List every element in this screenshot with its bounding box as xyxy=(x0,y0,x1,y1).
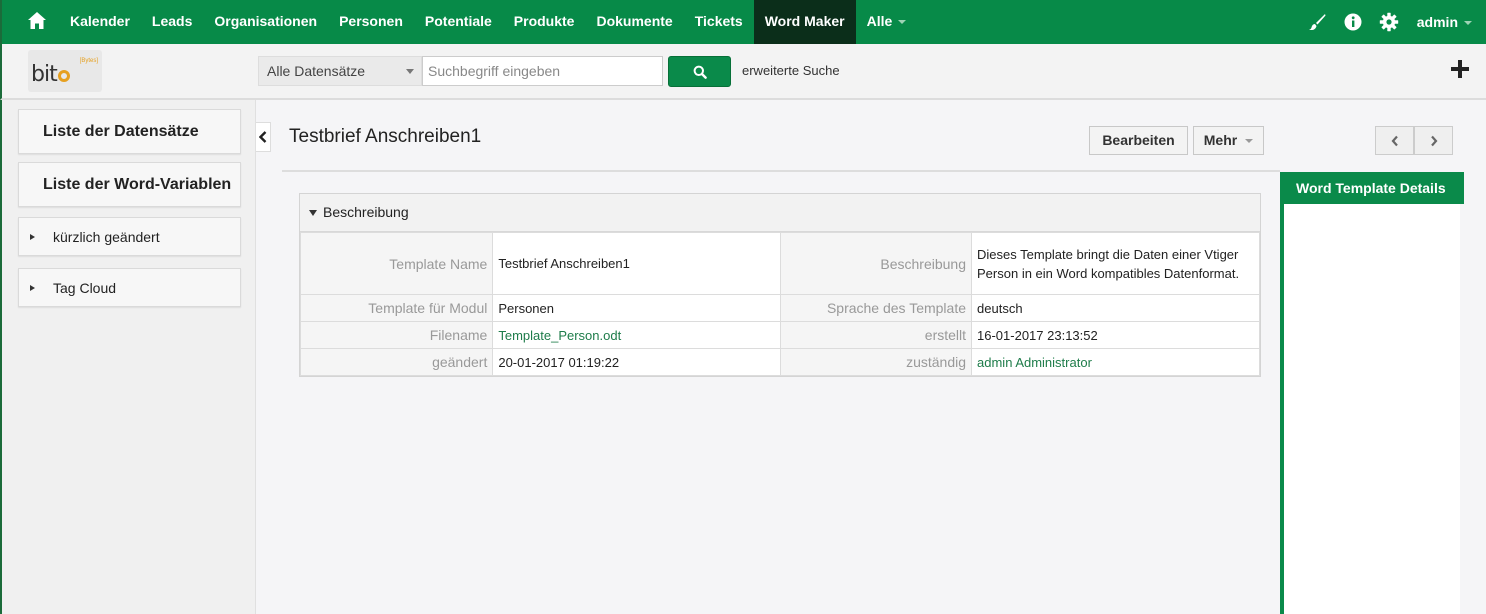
field-label: geändert xyxy=(299,348,494,376)
field-label: erstellt xyxy=(779,321,973,349)
sidebar-item-recently-changed[interactable]: kürzlich geändert xyxy=(18,217,241,256)
user-menu[interactable]: admin xyxy=(1417,14,1472,30)
chevron-right-icon xyxy=(1430,135,1437,146)
chevron-down-icon xyxy=(1464,21,1472,26)
right-details-panel: Word Template Details xyxy=(1280,172,1464,614)
more-button[interactable]: Mehr xyxy=(1193,126,1264,155)
chevron-down-icon xyxy=(1245,139,1254,144)
field-value-created: 16-01-2017 23:13:52 xyxy=(971,321,1260,349)
info-icon[interactable] xyxy=(1343,12,1363,32)
nav-item-personen[interactable]: Personen xyxy=(328,0,414,44)
top-navigation: Kalender Leads Organisationen Personen P… xyxy=(0,0,1486,44)
nav-item-potentiale[interactable]: Potentiale xyxy=(414,0,503,44)
field-value-filename: Template_Person.odt xyxy=(492,321,781,349)
chevron-left-icon xyxy=(259,131,267,143)
field-label: Sprache des Template xyxy=(779,294,973,322)
search-input[interactable] xyxy=(422,56,663,86)
field-label: Template Name xyxy=(299,232,494,295)
search-icon xyxy=(693,65,707,79)
left-sidebar: Liste der Datensätze Liste der Word-Vari… xyxy=(0,100,256,614)
page-title: Testbrief Anschreiben1 xyxy=(289,126,482,147)
filename-link[interactable]: Template_Person.odt xyxy=(498,328,621,343)
caret-down-icon xyxy=(309,210,317,216)
tab-word-template-details[interactable]: Word Template Details xyxy=(1280,172,1464,204)
sidebar-item-label: Tag Cloud xyxy=(53,280,117,296)
logo-tag: [Bytes] xyxy=(79,58,98,64)
caret-right-icon xyxy=(30,285,35,291)
search-button[interactable] xyxy=(668,56,731,87)
previous-record-button[interactable] xyxy=(1375,126,1414,155)
field-value-template-name: Testbrief Anschreiben1 xyxy=(492,232,781,295)
field-label: Beschreibung xyxy=(779,232,973,295)
block-header[interactable]: Beschreibung xyxy=(300,194,1260,232)
nav-item-organisationen[interactable]: Organisationen xyxy=(203,0,328,44)
chevron-down-icon xyxy=(898,20,907,25)
divider xyxy=(282,170,1280,172)
nav-item-tickets[interactable]: Tickets xyxy=(684,0,754,44)
nav-item-word-maker[interactable]: Word Maker xyxy=(753,0,856,44)
nav-item-alle[interactable]: Alle xyxy=(856,0,918,44)
next-record-button[interactable] xyxy=(1414,126,1453,155)
field-value-module: Personen xyxy=(492,294,781,322)
table-row: Template Name Testbrief Anschreiben1 Bes… xyxy=(299,232,1260,295)
nav-item-kalender[interactable]: Kalender xyxy=(59,0,141,44)
table-row: geändert 20-01-2017 01:19:22 zuständig a… xyxy=(299,348,1260,376)
detail-table: Template Name Testbrief Anschreiben1 Bes… xyxy=(299,232,1260,376)
field-value-language: deutsch xyxy=(971,294,1260,322)
caret-right-icon xyxy=(30,234,35,240)
chevron-down-icon xyxy=(406,69,414,74)
table-row: Template für Modul Personen Sprache des … xyxy=(299,294,1260,322)
field-value-owner: admin Administrator xyxy=(971,348,1260,376)
search-scope-select[interactable]: Alle Datensätze xyxy=(258,56,422,86)
field-value-modified: 20-01-2017 01:19:22 xyxy=(492,348,781,376)
table-row: Filename Template_Person.odt erstellt 16… xyxy=(299,321,1260,349)
home-icon[interactable] xyxy=(26,10,48,32)
edit-button[interactable]: Bearbeiten xyxy=(1089,126,1188,155)
search-bar: bit [Bytes] Alle Datensätze erweiterte S… xyxy=(0,44,1486,100)
owner-link[interactable]: admin Administrator xyxy=(977,355,1092,370)
block-title: Beschreibung xyxy=(323,204,409,220)
field-label: Filename xyxy=(299,321,494,349)
advanced-search-link[interactable]: erweiterte Suche xyxy=(742,63,840,78)
sidebar-item-list-records[interactable]: Liste der Datensätze xyxy=(18,109,241,154)
description-block: Beschreibung Template Name Testbrief Ans… xyxy=(299,193,1261,377)
sidebar-item-label: kürzlich geändert xyxy=(53,229,160,245)
logo-text: bit xyxy=(31,62,70,87)
gear-icon[interactable] xyxy=(1379,12,1399,32)
company-logo[interactable]: bit [Bytes] xyxy=(28,50,102,92)
sidebar-item-list-variables[interactable]: Liste der Word-Variablen xyxy=(18,162,241,207)
nav-item-produkte[interactable]: Produkte xyxy=(503,0,586,44)
nav-item-leads[interactable]: Leads xyxy=(141,0,203,44)
field-label: Template für Modul xyxy=(299,294,494,322)
collapse-sidebar-button[interactable] xyxy=(256,122,271,152)
user-name: admin xyxy=(1416,14,1458,30)
more-button-label: Mehr xyxy=(1203,132,1238,148)
sidebar-item-tag-cloud[interactable]: Tag Cloud xyxy=(18,268,241,307)
nav-right-tools: admin xyxy=(1291,0,1472,44)
plus-icon[interactable] xyxy=(1451,60,1469,78)
brush-icon[interactable] xyxy=(1307,12,1327,32)
chevron-left-icon xyxy=(1391,135,1398,146)
main-menu: Kalender Leads Organisationen Personen P… xyxy=(59,0,917,44)
nav-item-dokumente[interactable]: Dokumente xyxy=(585,0,683,44)
field-label: zuständig xyxy=(779,348,973,376)
nav-item-alle-label: Alle xyxy=(866,13,893,29)
field-value-description: Dieses Template bringt die Daten einer V… xyxy=(971,232,1260,295)
search-scope-value: Alle Datensätze xyxy=(267,63,366,79)
